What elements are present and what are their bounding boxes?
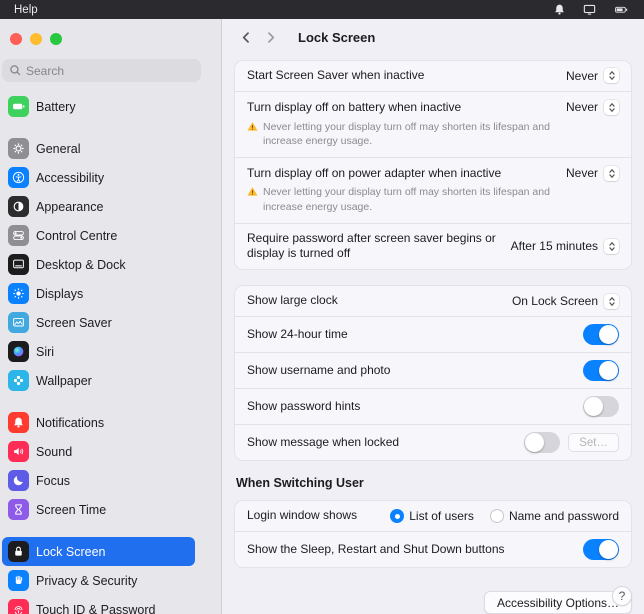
help-button[interactable]: ? (612, 586, 632, 606)
sidebar-item-privacy-security[interactable]: Privacy & Security (2, 566, 195, 595)
back-button[interactable] (234, 25, 258, 49)
sidebar-item-wallpaper[interactable]: Wallpaper (2, 366, 195, 395)
sidebar-item-siri[interactable]: Siri (2, 337, 195, 366)
moon-icon (8, 470, 29, 491)
accessibility-options-button[interactable]: Accessibility Options… (483, 591, 632, 614)
sidebar-item-displays[interactable]: Displays (2, 279, 195, 308)
display-sleep-group: Start Screen Saver when inactive Never T… (234, 59, 632, 270)
setting-row-24-hour-time: Show 24-hour time (235, 316, 631, 352)
sidebar-item-screen-saver[interactable]: Screen Saver (2, 308, 195, 337)
footer: Accessibility Options… (234, 583, 632, 614)
bell-icon (8, 412, 29, 433)
window-controls (0, 19, 221, 53)
settings-content: Start Screen Saver when inactive Never T… (222, 56, 644, 614)
chevron-up-down-icon (604, 99, 619, 115)
siri-orb-icon (8, 341, 29, 362)
gear-icon (8, 138, 29, 159)
section-title-switching-user: When Switching User (236, 476, 364, 490)
bell-icon[interactable] (553, 3, 566, 16)
page-title: Lock Screen (298, 29, 376, 45)
menu-bar: Help (0, 0, 644, 19)
flower-icon (8, 370, 29, 391)
sidebar-item-general[interactable]: General (2, 134, 195, 163)
desktop-dock-icon (8, 254, 29, 275)
battery-icon[interactable] (613, 3, 630, 16)
lock-icon (8, 541, 29, 562)
display-off-power-select[interactable]: Never (566, 165, 619, 181)
radio-selected-icon (390, 509, 405, 523)
sidebar-list: Battery General Accessibility Appearance… (0, 92, 221, 614)
chevron-up-down-icon (604, 68, 619, 84)
sidebar-item-focus[interactable]: Focus (2, 466, 195, 495)
menu-help[interactable]: Help (14, 4, 38, 16)
setting-row-login-window: Login window shows List of users Name an… (247, 508, 619, 523)
screensaver-icon (8, 312, 29, 333)
username-photo-toggle[interactable] (583, 360, 619, 381)
radio-list-of-users[interactable]: List of users (390, 509, 474, 523)
close-button[interactable] (10, 33, 22, 45)
minimize-button[interactable] (30, 33, 42, 45)
forward-button[interactable] (258, 25, 282, 49)
setting-row-display-off-power: Turn display off on power adapter when i… (235, 156, 631, 223)
control-centre-icon (8, 225, 29, 246)
settings-window: Battery General Accessibility Appearance… (0, 19, 644, 614)
sidebar-item-screen-time[interactable]: Screen Time (2, 495, 195, 524)
setting-row-large-clock: Show large clock On Lock Screen (235, 286, 631, 316)
setting-row-username-photo: Show username and photo (235, 352, 631, 388)
lifespan-warning: Never letting your display turn off may … (247, 185, 566, 213)
setting-row-screen-saver: Start Screen Saver when inactive Never (235, 61, 631, 91)
require-password-select[interactable]: After 15 minutes (511, 238, 619, 254)
sun-icon (8, 283, 29, 304)
main-panel: Lock Screen Start Screen Saver when inac… (222, 19, 644, 614)
search-field (2, 59, 201, 82)
sidebar-item-desktop-dock[interactable]: Desktop & Dock (2, 250, 195, 279)
sidebar-item-accessibility[interactable]: Accessibility (2, 163, 195, 192)
accessibility-icon (8, 167, 29, 188)
search-input[interactable] (2, 59, 201, 82)
large-clock-select[interactable]: On Lock Screen (512, 293, 619, 309)
chevron-up-down-icon (604, 238, 619, 254)
setting-row-display-off-battery: Turn display off on battery when inactiv… (235, 90, 631, 157)
warning-icon (247, 187, 258, 197)
password-hints-toggle[interactable] (583, 396, 619, 417)
sidebar-item-control-centre[interactable]: Control Centre (2, 221, 195, 250)
hourglass-icon (8, 499, 29, 520)
radio-name-and-password[interactable]: Name and password (489, 509, 619, 523)
set-message-button[interactable]: Set… (568, 433, 619, 452)
battery-icon (8, 96, 29, 117)
24-hour-time-toggle[interactable] (583, 324, 619, 345)
display-icon[interactable] (582, 3, 597, 16)
setting-row-password-hints: Show password hints (235, 388, 631, 424)
sidebar: Battery General Accessibility Appearance… (0, 19, 222, 614)
sleep-restart-shutdown-toggle[interactable] (583, 539, 619, 560)
chevron-up-down-icon (604, 293, 619, 309)
fingerprint-icon (8, 599, 29, 614)
sidebar-item-battery[interactable]: Battery (2, 92, 195, 121)
search-icon (10, 65, 21, 76)
sidebar-item-appearance[interactable]: Appearance (2, 192, 195, 221)
appearance-icon (8, 196, 29, 217)
sidebar-item-sound[interactable]: Sound (2, 437, 195, 466)
setting-row-sleep-restart-shutdown: Show the Sleep, Restart and Shut Down bu… (235, 531, 631, 567)
lock-screen-options-group: Show large clock On Lock Screen Show 24-… (234, 285, 632, 461)
display-off-battery-select[interactable]: Never (566, 99, 619, 115)
warning-icon (247, 121, 258, 131)
lifespan-warning: Never letting your display turn off may … (247, 120, 566, 148)
speaker-icon (8, 441, 29, 462)
switching-user-group: Login window shows List of users Name an… (234, 500, 632, 568)
sidebar-item-touch-id[interactable]: Touch ID & Password (2, 595, 195, 614)
hand-icon (8, 570, 29, 591)
sidebar-item-notifications[interactable]: Notifications (2, 408, 195, 437)
radio-unselected-icon (489, 509, 504, 523)
setting-row-require-password: Require password after screen saver begi… (235, 222, 631, 269)
message-when-locked-toggle[interactable] (524, 432, 561, 453)
main-header: Lock Screen (222, 19, 644, 56)
sidebar-item-lock-screen[interactable]: Lock Screen (2, 537, 195, 566)
zoom-button[interactable] (50, 33, 62, 45)
chevron-up-down-icon (604, 165, 619, 181)
setting-row-message-when-locked: Show message when locked Set… (235, 424, 631, 460)
screen-saver-select[interactable]: Never (566, 68, 619, 84)
login-window-radio-group: List of users Name and password (390, 509, 619, 523)
